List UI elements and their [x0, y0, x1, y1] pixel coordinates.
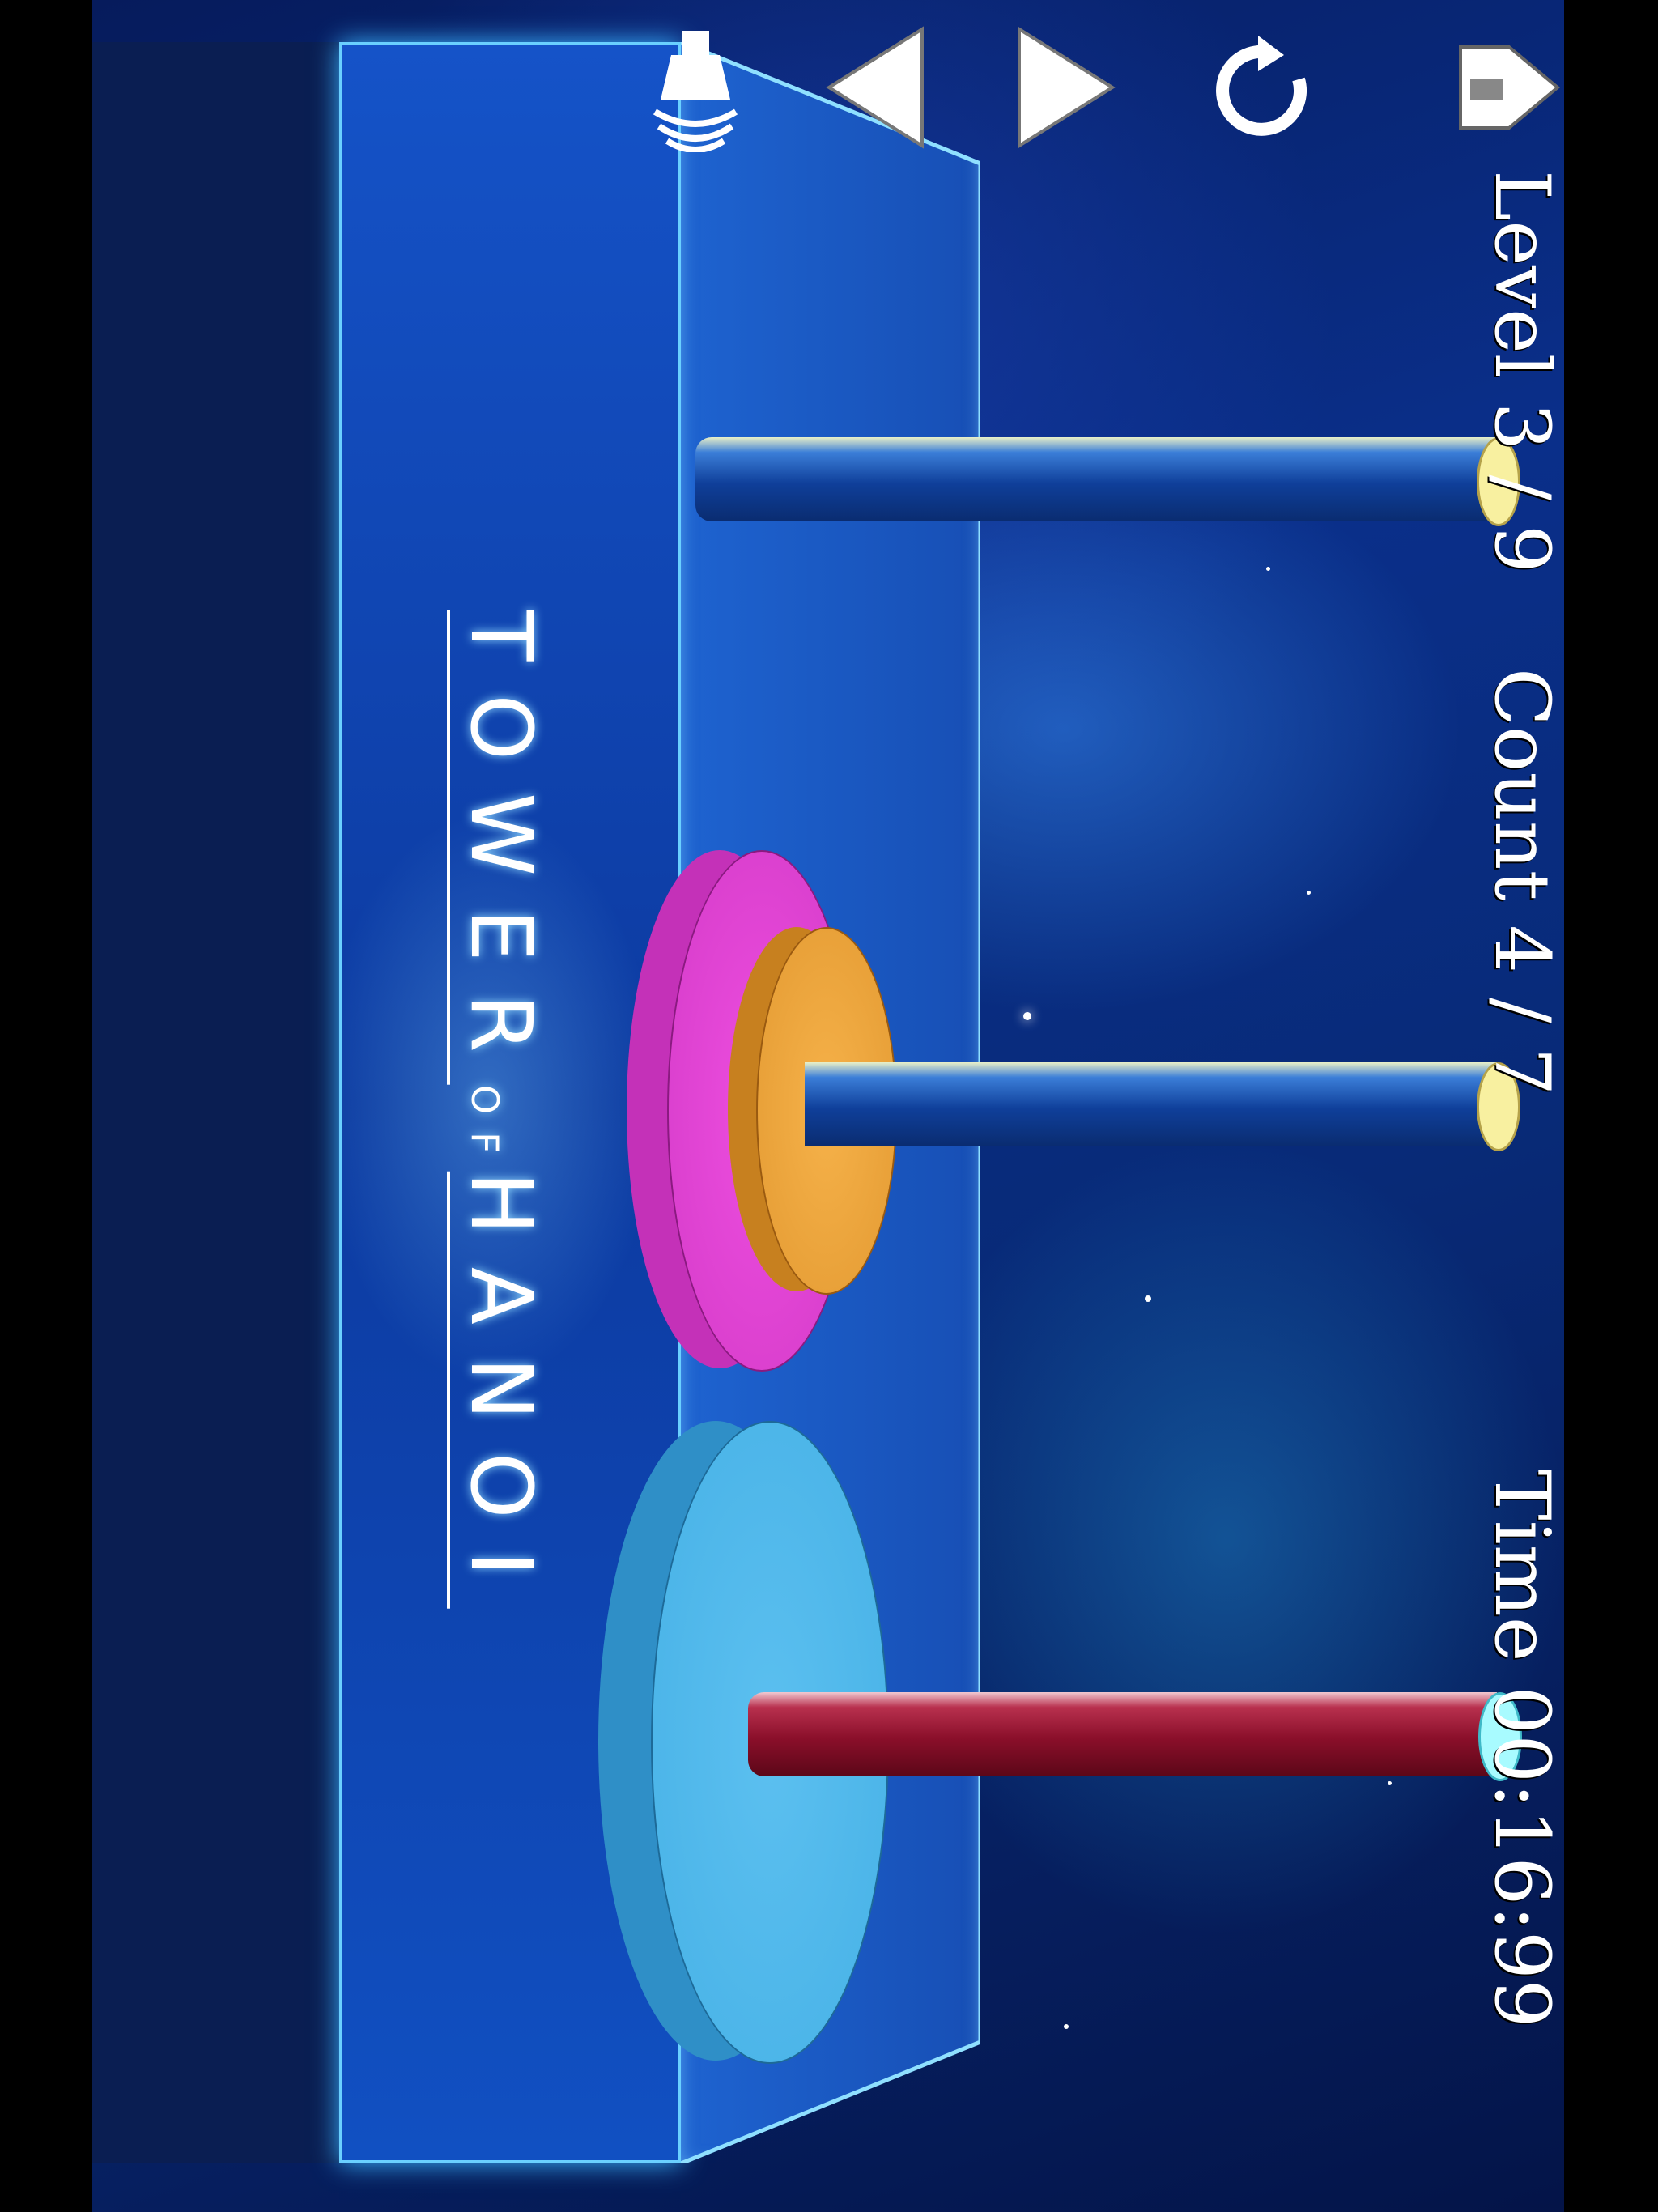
side-panel [92, 42, 341, 2163]
time-value: 00:16:99 [1477, 1686, 1564, 2028]
time-label: Time [1477, 1470, 1564, 1662]
peg-3-rod [748, 1692, 1497, 1776]
title-hanoi: HANOI [447, 1171, 551, 1609]
home-icon[interactable] [1452, 31, 1564, 144]
hud-level: Level 3 / 9 [1477, 170, 1564, 573]
restart-icon[interactable] [1209, 31, 1323, 152]
star [1388, 1781, 1392, 1785]
title-of: OF [463, 1084, 507, 1172]
peg-1-rod [695, 437, 1497, 521]
count-value: 4 / 7 [1477, 925, 1564, 1096]
next-icon[interactable] [1007, 23, 1120, 152]
star [1023, 1012, 1031, 1020]
peg-2-rod [805, 1062, 1497, 1146]
hud-count: Count 4 / 7 [1477, 668, 1564, 1095]
star [1307, 891, 1311, 895]
sound-icon[interactable] [635, 23, 756, 152]
game-title: TOWEROFHANOI [447, 610, 551, 1609]
game-screen: TOWEROFHANOI Level 3 / 9 Count 4 / 7 Tim… [92, 0, 1564, 2212]
star [1266, 567, 1270, 571]
previous-icon[interactable] [821, 23, 934, 152]
star [1145, 1295, 1151, 1302]
level-label: Level [1477, 170, 1564, 378]
count-label: Count [1477, 668, 1564, 901]
hud-time: Time 00:16:99 [1477, 1470, 1564, 2028]
star [1064, 2024, 1069, 2029]
title-tower: TOWER [447, 610, 551, 1085]
level-value: 3 / 9 [1477, 402, 1564, 573]
